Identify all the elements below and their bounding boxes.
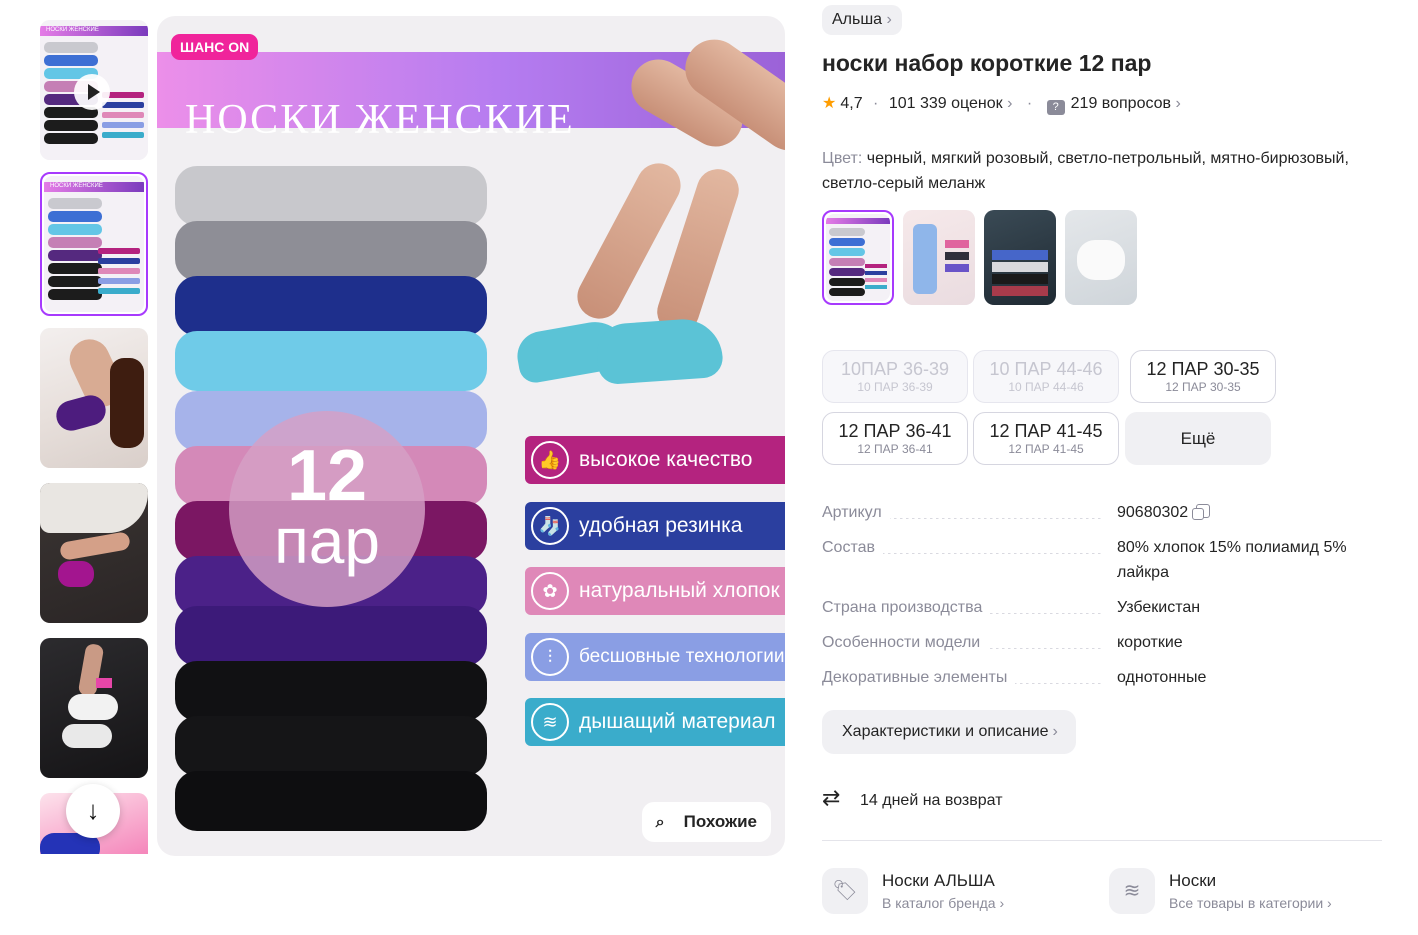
product-photo: [40, 638, 148, 778]
more-sizes-button[interactable]: Ещё: [1125, 412, 1271, 465]
return-info: ⇄ 14 дней на возврат: [822, 785, 1003, 810]
breathable-icon: ≋: [531, 703, 569, 741]
color-info: Цвет: черный, мягкий розовый, светло-пет…: [822, 146, 1362, 196]
gallery-thumbnails: НОСКИ ЖЕНСКИЕ НОСКИ ЖЕНСКИЕ: [40, 18, 148, 854]
count-number: 12: [286, 436, 368, 516]
questions-link[interactable]: ? 219 вопросов ›: [1046, 95, 1181, 115]
color-variant[interactable]: [984, 210, 1056, 305]
similar-button[interactable]: ⌕ Похожие: [641, 802, 771, 842]
question-icon: ?: [1046, 100, 1065, 115]
return-arrows-icon: ⇄: [822, 785, 841, 810]
color-variant[interactable]: [903, 210, 975, 305]
feature-elastic: 🧦 удобная резинка: [525, 502, 785, 550]
thumb-preview-image: НОСКИ ЖЕНСКИЕ: [44, 176, 144, 312]
product-photo: [40, 328, 148, 468]
gallery-thumb[interactable]: [40, 328, 148, 468]
ad-badge: ШАНС ON: [171, 34, 259, 60]
size-option[interactable]: 12 ПАР 36-41 12 ПАР 36-41: [822, 412, 968, 465]
gallery-thumb-active[interactable]: НОСКИ ЖЕНСКИЕ: [40, 172, 148, 316]
color-label: Цвет:: [822, 150, 863, 167]
feature-breathable: ≋ дышащий материал: [525, 698, 785, 746]
size-option[interactable]: 12 ПАР 41-45 12 ПАР 41-45: [973, 412, 1119, 465]
category-card-title: Носки: [1169, 871, 1217, 890]
scroll-down-button[interactable]: ↓: [66, 784, 120, 838]
chevron-right-icon: ›: [1052, 723, 1058, 740]
article-number: 90680302: [1117, 504, 1189, 521]
rating-value: 4,7: [840, 95, 863, 112]
brand-card-subtitle: В каталог бренда ›: [882, 895, 1005, 911]
color-variant-active[interactable]: [822, 210, 894, 305]
brand-link[interactable]: Альша ›: [822, 5, 902, 35]
rating-row: ★ 4,7 · 101 339 оценок › · ? 219 вопросов …: [822, 95, 1181, 115]
search-similar-icon: ⌕: [655, 814, 665, 831]
size-option[interactable]: 10ПАР 36-39 10 ПАР 36-39: [822, 350, 968, 403]
cotton-icon: ✿: [531, 572, 569, 610]
size-option[interactable]: 10 ПАР 44-46 10 ПАР 44-46: [973, 350, 1119, 403]
brand-card-title: Носки АЛЬША: [882, 871, 995, 890]
color-variant[interactable]: [1065, 210, 1137, 305]
gallery-thumb[interactable]: [40, 638, 148, 778]
gallery-thumb-video[interactable]: НОСКИ ЖЕНСКИЕ: [40, 20, 148, 160]
sock-illustration: [595, 316, 724, 386]
feature-seamless: ⫶ бесшовные технологии: [525, 633, 785, 681]
thumb-ad-title: НОСКИ ЖЕНСКИЕ: [46, 27, 99, 33]
characteristics-button[interactable]: Характеристики и описание ›: [822, 710, 1076, 754]
play-icon[interactable]: [74, 74, 110, 110]
thumbs-up-icon: 👍: [531, 441, 569, 479]
chevron-right-icon: ›: [882, 11, 892, 28]
category-card-subtitle: Все товары в категории ›: [1169, 895, 1332, 911]
product-photo: [40, 483, 148, 623]
thumb-ad-title: НОСКИ ЖЕНСКИЕ: [50, 183, 103, 189]
chevron-right-icon: ›: [1002, 95, 1013, 112]
layers-icon: ≋: [1109, 868, 1155, 914]
main-product-image[interactable]: НОСКИ ЖЕНСКИЕ ШАНС ON 12 пар 👍 высокое ка…: [157, 16, 785, 856]
divider: [822, 840, 1382, 841]
reviews-link[interactable]: 101 339 оценок ›: [889, 95, 1013, 112]
arrow-down-icon: ↓: [86, 795, 100, 825]
sock-icon: 🧦: [531, 507, 569, 545]
count-unit: пар: [274, 505, 380, 577]
feature-quality: 👍 высокое качество: [525, 436, 785, 484]
color-value: черный, мягкий розовый, светло-петрольны…: [822, 150, 1349, 192]
chevron-right-icon: ›: [1171, 95, 1181, 112]
copy-icon[interactable]: [1192, 504, 1211, 520]
product-title: носки набор короткие 12 пар: [822, 50, 1152, 76]
star-icon: ★: [822, 95, 837, 112]
tag-icon: 🏷: [822, 868, 868, 914]
count-badge: 12 пар: [229, 411, 425, 607]
ad-title: НОСКИ ЖЕНСКИЕ: [185, 97, 575, 143]
size-option[interactable]: 12 ПАР 30-35 12 ПАР 30-35: [1130, 350, 1276, 403]
feature-cotton: ✿ натуральный хлопок: [525, 567, 785, 615]
gallery-thumb[interactable]: [40, 483, 148, 623]
seamless-icon: ⫶: [531, 638, 569, 676]
